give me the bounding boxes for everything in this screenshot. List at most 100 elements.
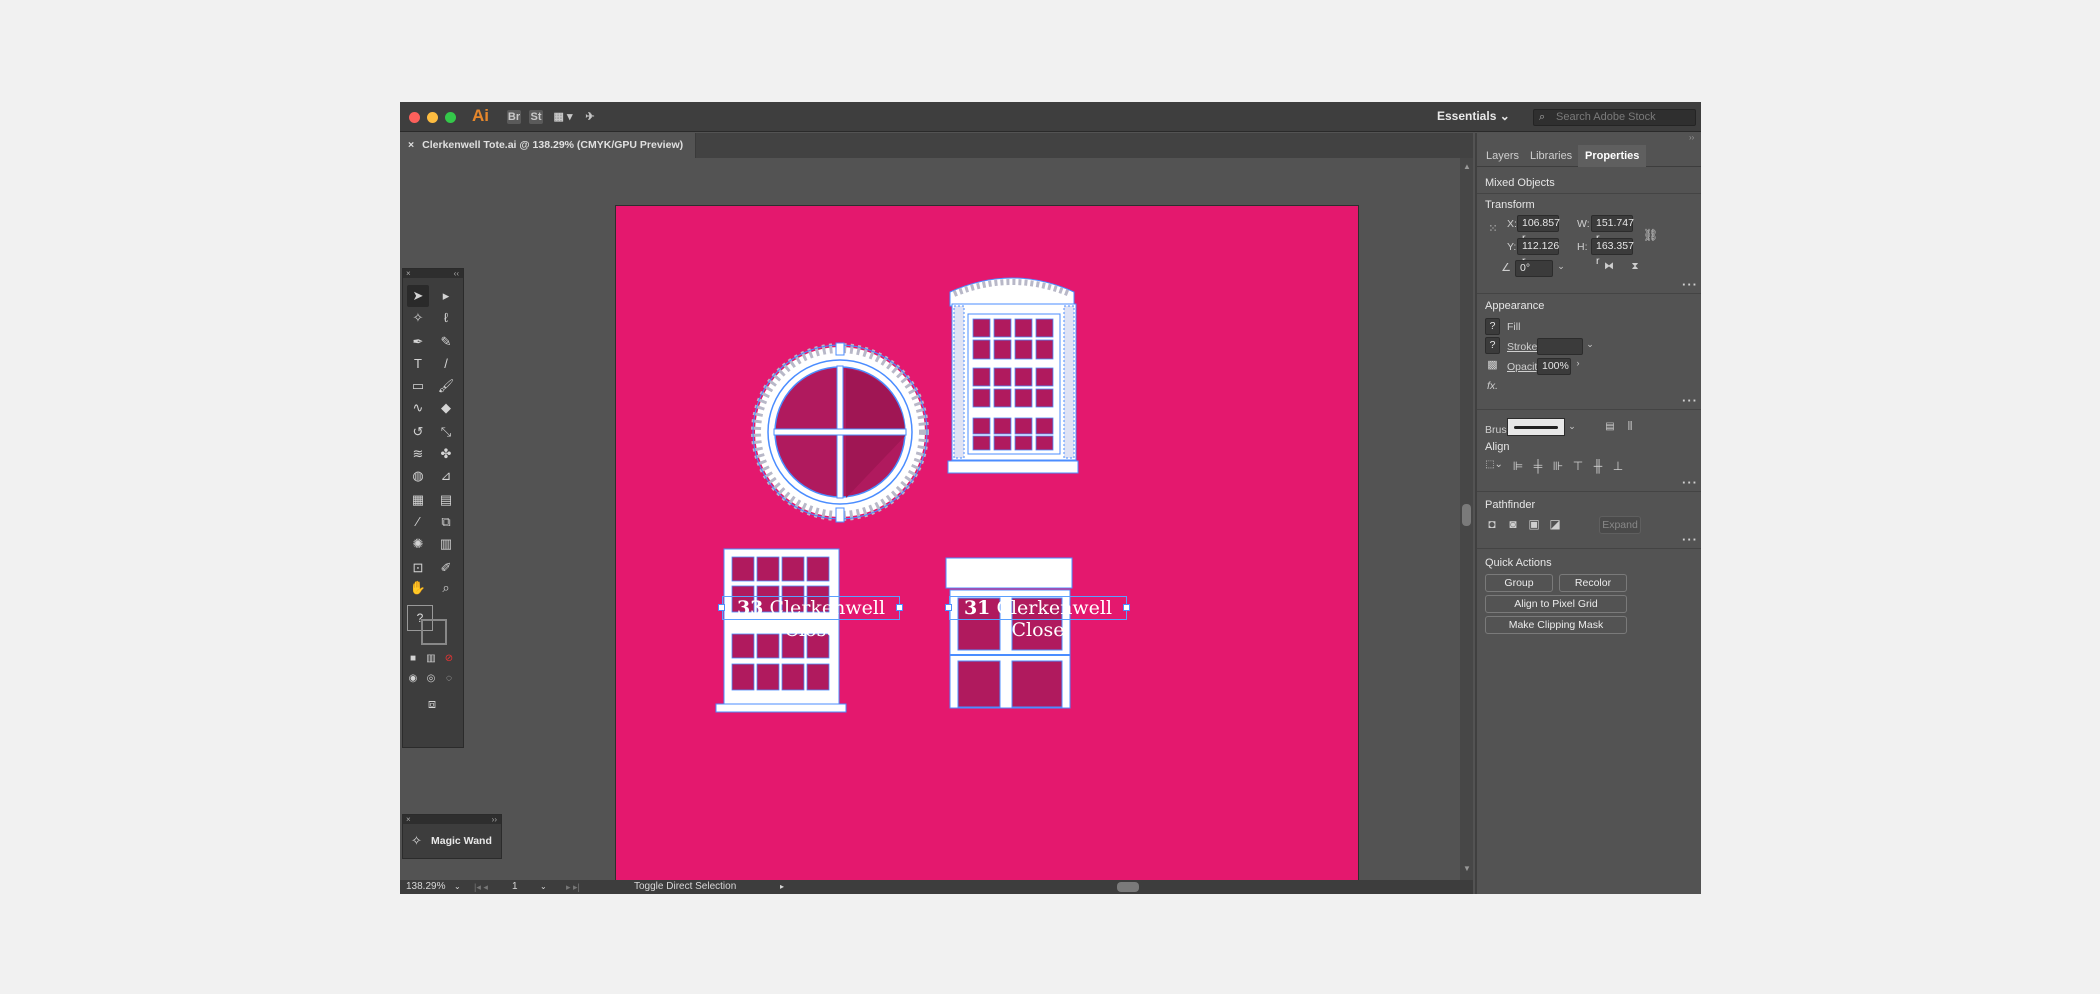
constrain-proportions-icon[interactable]: ⛓ <box>1643 228 1658 242</box>
curvature-tool-icon[interactable]: ✎ <box>435 331 457 353</box>
pen-tool-icon[interactable]: ✒ <box>407 331 429 353</box>
column-graph-tool-icon[interactable]: ▥ <box>435 533 457 555</box>
more-pathfinder-options[interactable]: ··· <box>1682 532 1698 547</box>
x-field[interactable]: 106.857 r <box>1517 215 1560 244</box>
stroke-label[interactable]: Stroke <box>1507 341 1537 353</box>
stock-icon[interactable]: St <box>529 110 543 124</box>
w-field[interactable]: 151.747 r <box>1591 215 1634 244</box>
artboard-dropdown-icon[interactable]: ⌄ <box>540 880 547 894</box>
artboard-tool-icon[interactable]: ⊡ <box>407 557 429 579</box>
tab-layers[interactable]: Layers <box>1479 145 1526 167</box>
align-horizontal-center-icon[interactable]: ╪ <box>1531 459 1545 473</box>
minimize-window-button[interactable] <box>427 112 438 123</box>
none-mode-icon[interactable]: ⊘ <box>441 651 457 667</box>
more-align-options[interactable]: ··· <box>1682 475 1698 490</box>
brush-dropdown-icon[interactable]: ⌄ <box>1567 421 1577 432</box>
width-tool-icon[interactable]: ≋ <box>407 443 429 465</box>
artboard[interactable]: 33 Clerkenwell Close 31 Clerkenwell Clos… <box>615 205 1359 880</box>
hand-tool-icon[interactable]: ✋ <box>407 577 429 599</box>
expand-button[interactable]: Expand <box>1599 516 1641 534</box>
selection-tool-icon[interactable]: ➤ <box>407 285 429 307</box>
bridge-icon[interactable]: Br <box>507 110 521 124</box>
effects-label[interactable]: fx. <box>1487 380 1498 392</box>
direct-selection-tool-icon[interactable]: ▸ <box>435 285 457 307</box>
arrange-documents-icon[interactable]: ▦ ▾ <box>552 110 574 124</box>
scrollbar-thumb[interactable] <box>1462 504 1471 526</box>
lasso-tool-icon[interactable]: ℓ <box>435 307 457 329</box>
magic-wand-tool-icon[interactable]: ✧ <box>407 307 429 329</box>
shaper-tool-icon[interactable]: ∿ <box>407 397 429 419</box>
slice-tool-icon[interactable]: ✐ <box>435 557 457 579</box>
stroke-swatch[interactable] <box>421 619 447 645</box>
selection-handle[interactable] <box>718 604 725 611</box>
scroll-down-icon[interactable]: ▼ <box>1463 864 1471 873</box>
symbol-sprayer-tool-icon[interactable]: ✺ <box>407 533 429 555</box>
stroke-swatch-small[interactable]: ? <box>1485 337 1500 354</box>
gradient-mode-icon[interactable]: ▥ <box>423 651 439 667</box>
eyedropper-tool-icon[interactable]: ⁄ <box>407 511 429 533</box>
group-button[interactable]: Group <box>1485 574 1553 592</box>
canvas-area[interactable]: 33 Clerkenwell Close 31 Clerkenwell Clos… <box>400 158 1460 880</box>
horizontal-scrollbar[interactable] <box>800 882 1466 892</box>
stroke-dropdown-icon[interactable]: ⌄ <box>1585 339 1595 350</box>
selection-handle[interactable] <box>896 604 903 611</box>
align-top-icon[interactable]: ⊤ <box>1571 459 1585 473</box>
fill-swatch-small[interactable]: ? <box>1485 318 1500 335</box>
tab-properties[interactable]: Properties <box>1578 145 1647 167</box>
reference-point-icon[interactable]: ⁙ <box>1485 222 1501 235</box>
h-field[interactable]: 163.357 r <box>1591 238 1634 267</box>
puppet-warp-tool-icon[interactable]: ✤ <box>435 443 457 465</box>
artboard-nav-icon[interactable]: |◂ ◂ <box>474 880 488 894</box>
recolor-button[interactable]: Recolor <box>1559 574 1627 592</box>
opacity-arrow-icon[interactable]: › <box>1573 358 1583 368</box>
draw-behind-icon[interactable]: ◎ <box>423 671 439 687</box>
brush-options-icon[interactable]: ▤ <box>1603 421 1617 432</box>
scale-tool-icon[interactable]: ⤡ <box>435 421 457 443</box>
align-vertical-center-icon[interactable]: ╫ <box>1591 459 1605 473</box>
angle-field[interactable]: 0° <box>1515 260 1553 277</box>
shape-builder-tool-icon[interactable]: ◍ <box>407 465 429 487</box>
zoom-level[interactable]: 138.29% <box>406 880 445 894</box>
opacity-field[interactable]: 100% <box>1537 358 1571 375</box>
align-to-selection-icon[interactable]: ⬚⌄ <box>1485 459 1503 470</box>
artboard-nav-next-icon[interactable]: ▸ ▸| <box>566 880 580 894</box>
flip-vertical-icon[interactable]: ⧗ <box>1628 261 1642 272</box>
workspace-switcher[interactable]: Essentials ⌄ <box>1437 109 1510 123</box>
rotate-tool-icon[interactable]: ↺ <box>407 421 429 443</box>
horizontal-scrollbar-thumb[interactable] <box>1117 882 1139 892</box>
align-to-pixel-grid-button[interactable]: Align to Pixel Grid <box>1485 595 1627 613</box>
tab-libraries[interactable]: Libraries <box>1523 145 1579 167</box>
flip-horizontal-icon[interactable]: ⧓ <box>1602 261 1616 272</box>
rectangle-tool-icon[interactable]: ▭ <box>407 375 429 397</box>
align-bottom-icon[interactable]: ⊥ <box>1611 459 1625 473</box>
scroll-up-icon[interactable]: ▲ <box>1463 162 1471 171</box>
collapse-panel-icon[interactable]: ›› <box>1689 133 1694 142</box>
magic-wand-panel-header[interactable]: × ›› <box>403 815 501 824</box>
make-clipping-mask-button[interactable]: Make Clipping Mask <box>1485 616 1627 634</box>
vertical-scrollbar[interactable]: ▲ ▼ <box>1460 158 1473 880</box>
draw-inside-icon[interactable]: ◌ <box>441 671 457 687</box>
blend-tool-icon[interactable]: ⧉ <box>435 511 457 533</box>
selection-handle[interactable] <box>945 604 952 611</box>
stroke-weight-field[interactable] <box>1537 338 1583 355</box>
exclude-icon[interactable]: ◪ <box>1548 517 1562 531</box>
more-appearance-options[interactable]: ··· <box>1682 393 1698 408</box>
tools-panel-header[interactable]: × ‹‹ <box>403 269 463 278</box>
search-stock-input[interactable]: ⌕ Search Adobe Stock <box>1533 109 1696 126</box>
brush-libraries-icon[interactable]: ⫼ <box>1623 421 1637 432</box>
align-left-icon[interactable]: ⊫ <box>1511 459 1525 473</box>
intersect-icon[interactable]: ▣ <box>1527 517 1541 531</box>
y-field[interactable]: 112.126 r <box>1517 238 1559 267</box>
document-tab[interactable]: × Clerkenwell Tote.ai @ 138.29% (CMYK/GPU… <box>400 133 697 158</box>
align-right-icon[interactable]: ⊪ <box>1551 459 1565 473</box>
eraser-tool-icon[interactable]: ◆ <box>435 397 457 419</box>
angle-dropdown-icon[interactable]: ⌄ <box>1556 261 1566 272</box>
selection-handle[interactable] <box>1123 604 1130 611</box>
gradient-tool-icon[interactable]: ▤ <box>435 489 457 511</box>
line-tool-icon[interactable]: / <box>435 353 457 375</box>
label-33-clerkenwell-close[interactable]: 33 Clerkenwell Close <box>722 596 900 641</box>
unite-icon[interactable]: ◘ <box>1485 517 1499 531</box>
maximize-window-button[interactable] <box>445 112 456 123</box>
color-mode-icon[interactable]: ■ <box>405 651 421 667</box>
magic-wand-label[interactable]: Magic Wand <box>431 835 492 847</box>
